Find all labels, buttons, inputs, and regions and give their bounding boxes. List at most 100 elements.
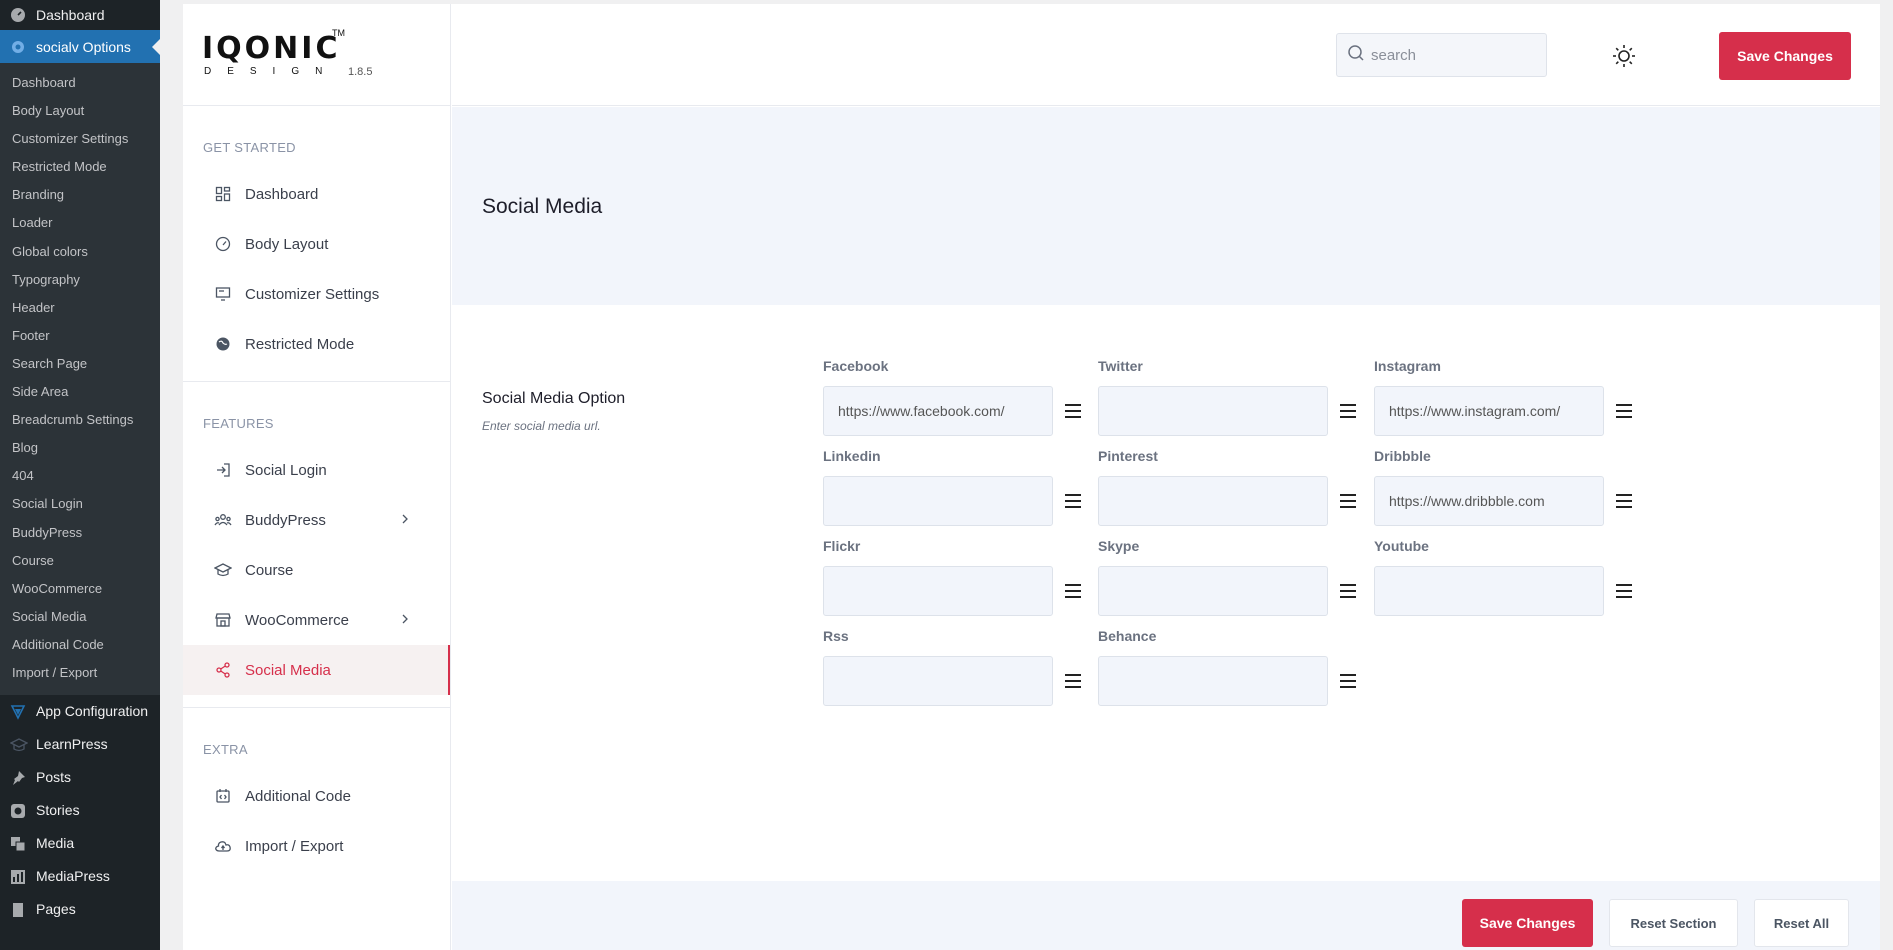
rss-field: Rss (823, 628, 1087, 706)
wp-submenu-item[interactable]: Header (0, 294, 160, 322)
save-changes-button[interactable]: Save Changes (1719, 32, 1851, 80)
nav-item-label: Dashboard (245, 185, 319, 203)
pages-icon (10, 902, 26, 918)
youtube-url-input[interactable] (1374, 566, 1604, 616)
wp-submenu-item[interactable]: Dashboard (0, 69, 160, 97)
nav-item-woocommerce[interactable]: WooCommerce (183, 595, 450, 645)
wp-submenu-item[interactable]: Blog (0, 434, 160, 462)
content-area: Save Changes Social Media Social Media O… (452, 4, 1880, 950)
nav-item-restricted-mode[interactable]: Restricted Mode (183, 319, 450, 369)
pinterest-url-input[interactable] (1098, 476, 1328, 526)
drag-handle-icon[interactable] (1065, 674, 1081, 688)
instagram-url-input[interactable] (1374, 386, 1604, 436)
wp-menu-item[interactable]: App Configuration (0, 695, 160, 728)
drag-handle-icon[interactable] (1616, 494, 1632, 508)
pinterest-label: Pinterest (1098, 448, 1158, 464)
reset-all-button[interactable]: Reset All (1754, 899, 1849, 947)
wp-submenu-item[interactable]: Body Layout (0, 97, 160, 125)
nav-item-label: WooCommerce (245, 611, 349, 629)
wp-submenu-item[interactable]: Breadcrumb Settings (0, 406, 160, 434)
wp-menu-dashboard-label: Dashboard (36, 7, 105, 23)
logo-trademark: TM (332, 28, 345, 38)
wp-menu-item-label: Pages (36, 901, 76, 918)
drag-handle-icon[interactable] (1065, 494, 1081, 508)
chevron-right-icon[interactable] (400, 612, 410, 629)
nav-item-buddypress[interactable]: BuddyPress (183, 495, 450, 545)
wp-menu-socialv-options[interactable]: socialv Options (0, 30, 160, 63)
reset-section-button[interactable]: Reset Section (1609, 899, 1738, 947)
nav-item-import-export[interactable]: Import / Export (183, 821, 450, 871)
search-input[interactable] (1371, 46, 1541, 64)
nav-item-label: Import / Export (245, 837, 344, 855)
wp-submenu-item[interactable]: Additional Code (0, 631, 160, 659)
option-title: Social Media Option (482, 390, 626, 407)
flickr-url-input[interactable] (823, 566, 1053, 616)
rss-label: Rss (823, 628, 849, 644)
wp-menu-item[interactable]: Pages (0, 893, 160, 926)
nav-item-social-login[interactable]: Social Login (183, 445, 450, 495)
wp-submenu-item[interactable]: Course (0, 547, 160, 575)
wp-submenu-item[interactable]: Social Media (0, 603, 160, 631)
flickr-label: Flickr (823, 538, 861, 554)
drag-handle-icon[interactable] (1065, 584, 1081, 598)
page-scroll-edge (1880, 4, 1893, 950)
nav-item-label: Customizer Settings (245, 285, 380, 303)
drag-handle-icon[interactable] (1340, 494, 1356, 508)
wp-submenu-item[interactable]: WooCommerce (0, 575, 160, 603)
drag-handle-icon[interactable] (1616, 404, 1632, 418)
wp-menu-dashboard[interactable]: Dashboard (0, 0, 160, 30)
stories-icon (10, 803, 26, 819)
nav-item-social-media[interactable]: Social Media (183, 645, 450, 695)
wp-submenu-item[interactable]: Side Area (0, 378, 160, 406)
options-panel: IQONIC TM DESIGN 1.8.5 GET STARTED Dashbo… (183, 4, 1880, 950)
drag-handle-icon[interactable] (1616, 584, 1632, 598)
nav-item-additional-code[interactable]: Additional Code (183, 771, 450, 821)
footer-save-changes-button[interactable]: Save Changes (1462, 899, 1593, 947)
chevron-right-icon[interactable] (400, 512, 410, 529)
wp-submenu-item[interactable]: Search Page (0, 350, 160, 378)
wp-menu-item[interactable]: LearnPress (0, 728, 160, 761)
linkedin-url-input[interactable] (823, 476, 1053, 526)
skype-label: Skype (1098, 538, 1140, 554)
dribbble-field: Dribbble (1374, 448, 1638, 526)
drag-handle-icon[interactable] (1065, 404, 1081, 418)
wp-submenu-item[interactable]: BuddyPress (0, 519, 160, 547)
nav-item-body-layout[interactable]: Body Layout (183, 219, 450, 269)
wp-submenu-item[interactable]: 404 (0, 462, 160, 490)
wp-menu-item[interactable]: Posts (0, 761, 160, 794)
wp-submenu-item[interactable]: Restricted Mode (0, 153, 160, 181)
drag-handle-icon[interactable] (1340, 584, 1356, 598)
drag-handle-icon[interactable] (1340, 674, 1356, 688)
wp-submenu-item[interactable]: Loader (0, 209, 160, 237)
twitter-url-input[interactable] (1098, 386, 1328, 436)
nav-item-label: Social Login (245, 461, 327, 479)
nav-item-customizer-settings[interactable]: Customizer Settings (183, 269, 450, 319)
wp-menu-item[interactable]: MediaPress (0, 860, 160, 893)
behance-url-input[interactable] (1098, 656, 1328, 706)
facebook-url-input[interactable] (823, 386, 1053, 436)
nav-item-label: Body Layout (245, 235, 329, 253)
wp-submenu-item[interactable]: Social Login (0, 490, 160, 518)
pinterest-field: Pinterest (1098, 448, 1362, 526)
dribbble-url-input[interactable] (1374, 476, 1604, 526)
wp-submenu-item[interactable]: Footer (0, 322, 160, 350)
wp-submenu-item[interactable]: Import / Export (0, 659, 160, 687)
drag-handle-icon[interactable] (1340, 404, 1356, 418)
wp-menu-item-label: Stories (36, 802, 80, 819)
search-box[interactable] (1336, 33, 1547, 77)
behance-label: Behance (1098, 628, 1157, 644)
wp-submenu-item[interactable]: Branding (0, 181, 160, 209)
theme-toggle-sun-icon[interactable] (1612, 44, 1636, 68)
nav-item-dashboard[interactable]: Dashboard (183, 169, 450, 219)
wp-menu-item-label: LearnPress (36, 736, 108, 753)
facebook-field: Facebook (823, 358, 1087, 436)
wp-submenu-item[interactable]: Global colors (0, 238, 160, 266)
facebook-label: Facebook (823, 358, 889, 374)
skype-url-input[interactable] (1098, 566, 1328, 616)
wp-submenu-item[interactable]: Typography (0, 266, 160, 294)
nav-item-course[interactable]: Course (183, 545, 450, 595)
rss-url-input[interactable] (823, 656, 1053, 706)
wp-menu-item[interactable]: Media (0, 827, 160, 860)
wp-submenu-item[interactable]: Customizer Settings (0, 125, 160, 153)
wp-menu-item[interactable]: Stories (0, 794, 160, 827)
